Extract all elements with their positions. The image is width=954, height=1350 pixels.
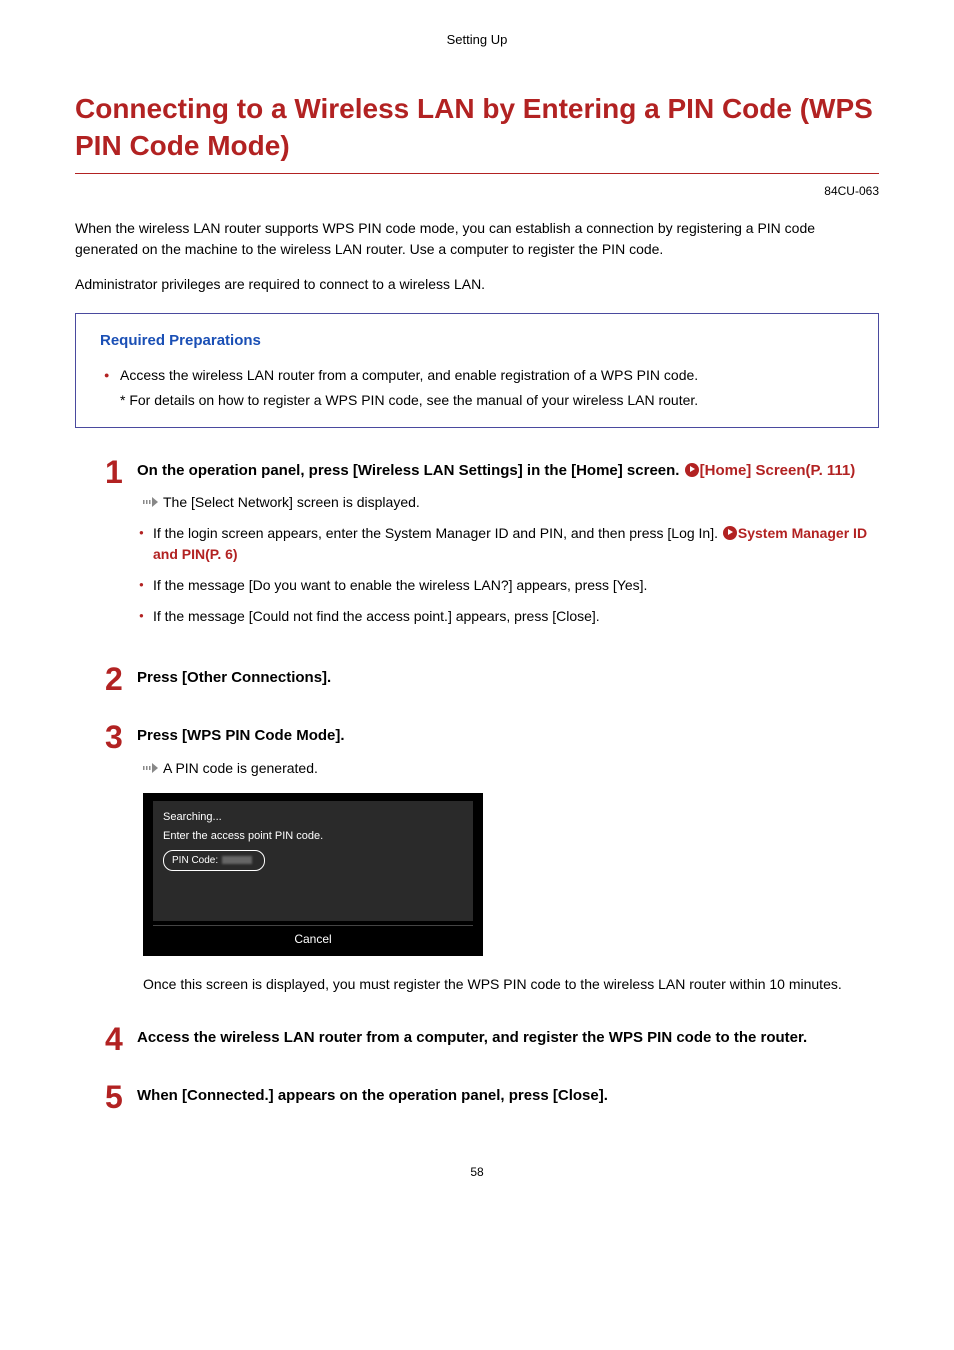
link-arrow-icon bbox=[685, 463, 699, 477]
step-5-heading: When [Connected.] appears on the operati… bbox=[137, 1085, 879, 1108]
step-number: 1 bbox=[105, 456, 137, 638]
prep-title: Required Preparations bbox=[100, 330, 854, 353]
step-2: 2 Press [Other Connections]. bbox=[105, 665, 879, 695]
device-pin-label: PIN Code: bbox=[172, 855, 218, 866]
step-1-bullet-1-text: If the login screen appears, enter the S… bbox=[153, 525, 722, 541]
step-1: 1 On the operation panel, press [Wireles… bbox=[105, 458, 879, 638]
step-number: 2 bbox=[105, 663, 137, 695]
device-cancel-button: Cancel bbox=[153, 925, 473, 950]
step-1-heading-text: On the operation panel, press [Wireless … bbox=[137, 462, 684, 479]
device-pin-field: PIN Code: bbox=[163, 850, 265, 871]
step-3: 3 Press [WPS PIN Code Mode]. A PIN code … bbox=[105, 723, 879, 1015]
step-1-bullet-3: If the message [Could not find the acces… bbox=[137, 606, 879, 627]
step-1-heading: On the operation panel, press [Wireless … bbox=[137, 460, 879, 483]
step-number: 3 bbox=[105, 721, 137, 1015]
step-4-heading: Access the wireless LAN router from a co… bbox=[137, 1027, 879, 1050]
section-header: Setting Up bbox=[75, 30, 879, 50]
step-number: 4 bbox=[105, 1023, 137, 1055]
step-1-bullet-2: If the message [Do you want to enable th… bbox=[137, 575, 879, 596]
page-number: 58 bbox=[75, 1163, 879, 1181]
step-number: 5 bbox=[105, 1081, 137, 1113]
step-4: 4 Access the wireless LAN router from a … bbox=[105, 1025, 879, 1055]
required-preparations-box: Required Preparations Access the wireles… bbox=[75, 313, 879, 428]
link-arrow-icon bbox=[723, 526, 737, 540]
home-screen-link[interactable]: [Home] Screen(P. 111) bbox=[700, 462, 856, 479]
page-title: Connecting to a Wireless LAN by Entering… bbox=[75, 90, 879, 175]
device-enter-msg: Enter the access point PIN code. bbox=[163, 828, 463, 845]
step-1-bullet-1: If the login screen appears, enter the S… bbox=[137, 523, 879, 565]
step-3-result-text: A PIN code is generated. bbox=[163, 760, 318, 776]
device-screenshot: Searching... Enter the access point PIN … bbox=[143, 793, 879, 956]
step-3-result: A PIN code is generated. bbox=[143, 758, 879, 779]
document-code: 84CU-063 bbox=[75, 182, 879, 200]
step-2-heading: Press [Other Connections]. bbox=[137, 667, 879, 690]
device-searching-text: Searching... bbox=[163, 809, 463, 826]
step-3-post-note: Once this screen is displayed, you must … bbox=[143, 974, 879, 995]
intro-paragraph-1: When the wireless LAN router supports WP… bbox=[75, 218, 879, 260]
step-1-result: The [Select Network] screen is displayed… bbox=[143, 492, 879, 513]
step-1-result-text: The [Select Network] screen is displayed… bbox=[163, 494, 420, 510]
step-5: 5 When [Connected.] appears on the opera… bbox=[105, 1083, 879, 1113]
intro-paragraph-2: Administrator privileges are required to… bbox=[75, 274, 879, 295]
step-3-heading: Press [WPS PIN Code Mode]. bbox=[137, 725, 879, 748]
prep-note: * For details on how to register a WPS P… bbox=[100, 390, 854, 411]
prep-item: Access the wireless LAN router from a co… bbox=[116, 365, 854, 386]
device-pin-blurred bbox=[222, 856, 252, 864]
